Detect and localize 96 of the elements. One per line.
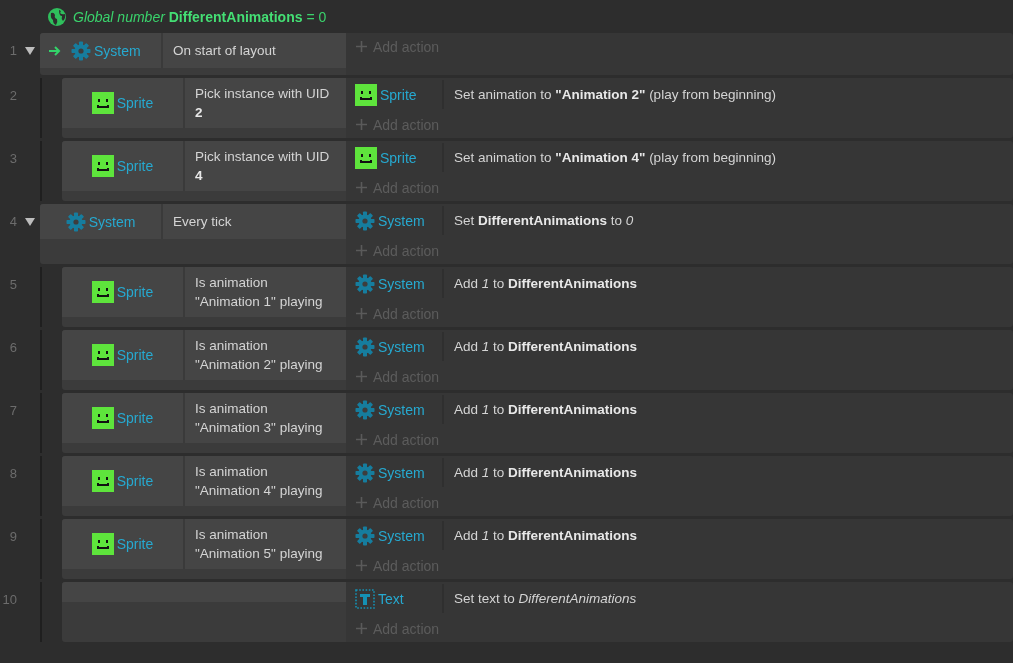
- object-name: System: [378, 275, 425, 292]
- action-row[interactable]: System Add 1 to DifferentAnimations: [346, 267, 1013, 300]
- object-name: System: [378, 401, 425, 418]
- line-number: 3: [8, 151, 17, 166]
- line-number: 7: [8, 403, 17, 418]
- action-row[interactable]: Sprite Set animation to "Animation 4" (play from beginning): [346, 141, 1013, 174]
- plus-icon: [356, 245, 367, 256]
- condition-text: Is animation "Animation 3" playing: [195, 400, 324, 437]
- action-text: Set animation to "Animation 2" (play from beginning): [454, 87, 776, 102]
- object-name: Sprite: [380, 149, 417, 166]
- smiley-face-icon: [91, 470, 114, 492]
- line-number: 5: [8, 277, 17, 292]
- object-name: System: [378, 212, 425, 229]
- object-name: Sprite: [116, 473, 154, 489]
- gear-icon: [71, 40, 91, 61]
- action-row[interactable]: System Set DifferentAnimations to 0: [346, 204, 1013, 237]
- smiley-face-icon: [91, 92, 114, 114]
- gear-icon: [65, 211, 86, 232]
- line-number: 8: [8, 466, 17, 481]
- condition-row[interactable]: Sprite Pick instance with UID 4: [62, 141, 346, 191]
- condition-text: Pick instance with UID 2: [195, 85, 331, 122]
- condition-text: Is animation "Animation 1" playing: [195, 274, 324, 311]
- text-object-icon: [355, 588, 375, 609]
- line-number: 10: [1, 592, 17, 607]
- gear-icon: [355, 399, 375, 420]
- plus-icon: [356, 623, 367, 634]
- condition-text: Every tick: [173, 213, 232, 231]
- condition-row[interactable]: Sprite Is animation "Animation 2" playing: [62, 330, 346, 380]
- line-number: 6: [8, 340, 17, 355]
- object-name: Text: [378, 590, 404, 607]
- condition-text: On start of layout: [173, 42, 276, 60]
- action-text: Set text to DifferentAnimations: [454, 591, 637, 606]
- action-row[interactable]: System Add 1 to DifferentAnimations: [346, 519, 1013, 552]
- action-row[interactable]: Sprite Set animation to "Animation 2" (play from beginning): [346, 78, 1013, 111]
- action-text: Add 1 to DifferentAnimations: [454, 276, 638, 291]
- smiley-face-icon: [91, 344, 114, 366]
- object-name: System: [378, 527, 425, 544]
- object-name: System: [378, 338, 425, 355]
- condition-text: Is animation "Animation 5" playing: [195, 526, 324, 563]
- condition-text: Pick instance with UID 4: [195, 148, 331, 185]
- globe-icon: [47, 7, 67, 27]
- condition-row[interactable]: Sprite Is animation "Animation 4" playing: [62, 456, 346, 506]
- object-name: Sprite: [116, 95, 154, 111]
- action-text: Set animation to "Animation 4" (play from beginning): [454, 150, 776, 165]
- condition-row[interactable]: System On start of layout: [40, 33, 346, 68]
- line-number: 1: [8, 43, 17, 58]
- collapse-triangle-icon[interactable]: [24, 217, 36, 227]
- plus-icon: [356, 41, 367, 52]
- plus-icon: [356, 119, 367, 130]
- gear-icon: [355, 525, 375, 546]
- plus-icon: [356, 182, 367, 193]
- gear-icon: [355, 336, 375, 357]
- action-text: Add 1 to DifferentAnimations: [454, 465, 638, 480]
- action-row[interactable]: Text Set text to DifferentAnimations: [346, 582, 1013, 615]
- condition-text: Is animation "Animation 4" playing: [195, 463, 324, 500]
- object-name: Sprite: [116, 158, 154, 174]
- line-number: 2: [8, 88, 17, 103]
- object-name: Sprite: [116, 536, 154, 552]
- plus-icon: [356, 308, 367, 319]
- condition-text: Is animation "Animation 2" playing: [195, 337, 324, 374]
- gear-icon: [355, 273, 375, 294]
- global-variable[interactable]: Global number DifferentAnimations = 0: [73, 9, 327, 25]
- plus-icon: [356, 497, 367, 508]
- line-number: 4: [8, 214, 17, 229]
- smiley-face-icon: [355, 146, 377, 169]
- smiley-face-icon: [91, 533, 114, 555]
- object-name: Sprite: [116, 410, 154, 426]
- line-number: 9: [8, 529, 17, 544]
- object-name: System: [88, 213, 136, 230]
- action-row[interactable]: System Add 1 to DifferentAnimations: [346, 456, 1013, 489]
- smiley-face-icon: [91, 407, 114, 429]
- action-text: Add 1 to DifferentAnimations: [454, 528, 638, 543]
- object-name: Sprite: [116, 347, 154, 363]
- smiley-face-icon: [91, 281, 114, 303]
- condition-row[interactable]: System Every tick: [40, 204, 346, 239]
- condition-row[interactable]: Sprite Is animation "Animation 3" playing: [62, 393, 346, 443]
- gear-icon: [355, 462, 375, 483]
- plus-icon: [356, 560, 367, 571]
- object-name: System: [378, 464, 425, 481]
- smiley-face-icon: [355, 83, 377, 106]
- plus-icon: [356, 434, 367, 445]
- gear-icon: [355, 210, 375, 231]
- condition-row[interactable]: Sprite Is animation "Animation 5" playing: [62, 519, 346, 569]
- action-row[interactable]: System Add 1 to DifferentAnimations: [346, 393, 1013, 426]
- plus-icon: [356, 371, 367, 382]
- condition-row[interactable]: Sprite Is animation "Animation 1" playing: [62, 267, 346, 317]
- smiley-face-icon: [91, 155, 114, 177]
- object-name: System: [94, 42, 141, 59]
- condition-row[interactable]: Sprite Pick instance with UID 2: [62, 78, 346, 128]
- action-text: Add 1 to DifferentAnimations: [454, 339, 638, 354]
- object-name: Sprite: [380, 86, 417, 103]
- action-text: Add 1 to DifferentAnimations: [454, 402, 638, 417]
- action-row[interactable]: System Add 1 to DifferentAnimations: [346, 330, 1013, 363]
- action-text: Set DifferentAnimations to 0: [454, 213, 634, 228]
- collapse-triangle-icon[interactable]: [24, 46, 36, 56]
- object-name: Sprite: [116, 284, 154, 300]
